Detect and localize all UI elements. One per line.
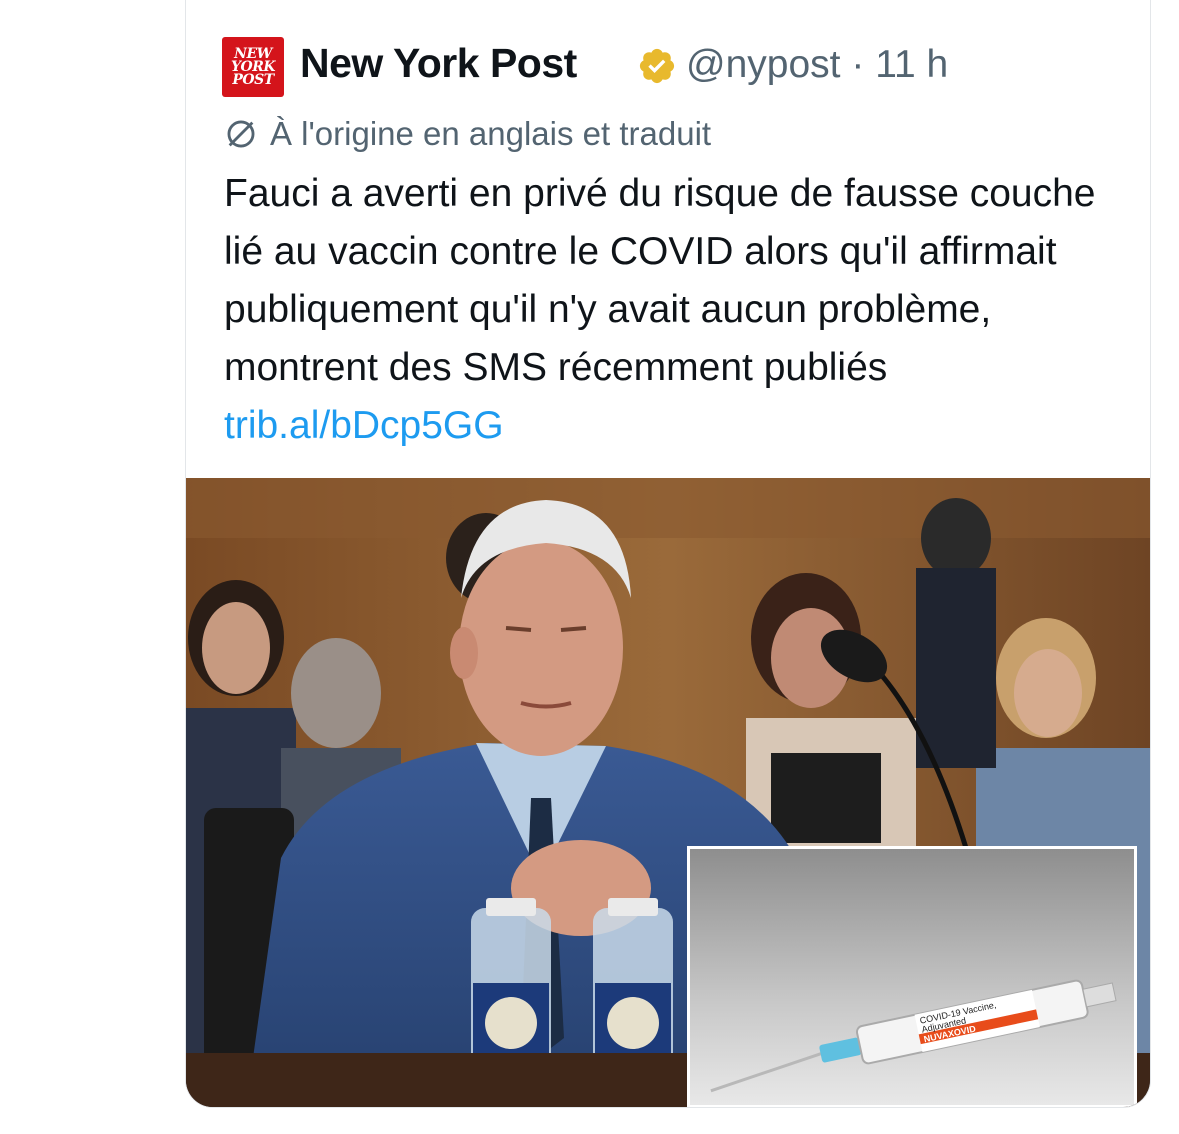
nypost-logo[interactable]: NEW YORK POST (222, 37, 284, 97)
tweet-text: Fauci a averti en privé du risque de fau… (224, 165, 1124, 455)
vaccine-inset-photo: COVID-19 Vaccine, Adjuvanted NUVAXOVID (687, 846, 1137, 1107)
handle: @nypost (686, 43, 841, 86)
verified-badge-icon (639, 48, 675, 84)
tweet-card[interactable]: NEW YORK POST New York Post @nypost · 11… (185, 0, 1151, 1108)
tweet-body: Fauci a averti en privé du risque de fau… (224, 172, 1096, 389)
tweet-photo[interactable]: COVID-19 Vaccine, Adjuvanted NUVAXOVID (186, 478, 1150, 1107)
translate-icon (227, 120, 255, 148)
handle-and-time[interactable]: @nypost · 11 h (686, 43, 948, 87)
logo-line-3: POST (232, 71, 274, 88)
tweet-header: NEW YORK POST New York Post @nypost · 11… (222, 36, 1122, 97)
separator: · (851, 43, 865, 86)
display-name[interactable]: New York Post (300, 40, 577, 87)
syringe-photo: COVID-19 Vaccine, Adjuvanted NUVAXOVID (690, 849, 1134, 1105)
timestamp: 11 h (875, 43, 949, 86)
translation-label: À l'origine en anglais et traduit (270, 115, 712, 152)
translation-notice[interactable]: À l'origine en anglais et traduit (224, 112, 711, 156)
tweet-link[interactable]: trib.al/bDcp5GG (224, 404, 504, 447)
